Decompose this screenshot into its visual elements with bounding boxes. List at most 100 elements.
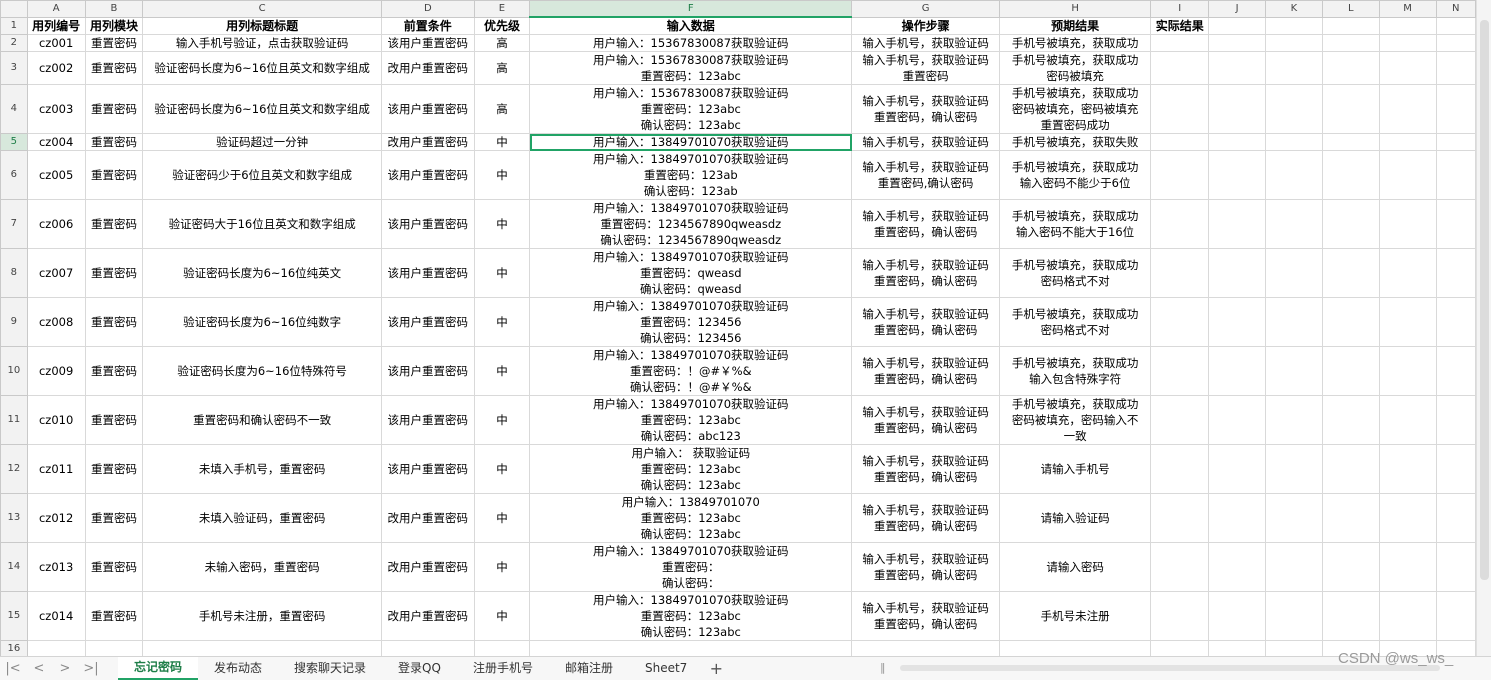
cell-pre[interactable]: 该用户重置密码 bbox=[380, 34, 475, 52]
empty-cell[interactable] bbox=[1208, 591, 1266, 641]
empty-cell[interactable] bbox=[1435, 133, 1476, 151]
cell-input[interactable]: 用户输入：15367830087获取验证码 重置密码：123abc 确认密码：123… bbox=[529, 84, 853, 134]
cell-priority[interactable]: 中 bbox=[473, 133, 531, 151]
empty-cell[interactable] bbox=[851, 640, 1000, 656]
header-cell[interactable] bbox=[1435, 16, 1476, 35]
cell-pre[interactable]: 该用户重置密码 bbox=[380, 346, 475, 396]
cell-title[interactable]: 验证密码长度为6~16位且英文和数字组成 bbox=[142, 84, 382, 134]
cell-priority[interactable]: 高 bbox=[473, 84, 531, 134]
empty-cell[interactable] bbox=[1378, 346, 1437, 396]
empty-cell[interactable] bbox=[1208, 34, 1266, 52]
cell-module[interactable]: 重置密码 bbox=[84, 493, 144, 543]
cell-id[interactable]: cz005 bbox=[26, 150, 86, 200]
empty-cell[interactable] bbox=[1264, 199, 1323, 249]
empty-cell[interactable] bbox=[1150, 493, 1210, 543]
cell-steps[interactable]: 输入手机号，获取验证码 bbox=[851, 34, 1000, 52]
column-header-b[interactable]: B bbox=[84, 0, 144, 18]
empty-cell[interactable] bbox=[1321, 591, 1380, 641]
cell-input[interactable]: 用户输入：13849701070获取验证码 重置密码：qweasd 确认密码：qwe… bbox=[529, 248, 853, 298]
cell-module[interactable]: 重置密码 bbox=[84, 395, 144, 445]
cell-input[interactable]: 用户输入：13849701070获取验证码 重置密码：1234567890qwea… bbox=[529, 199, 853, 249]
cell-module[interactable]: 重置密码 bbox=[84, 34, 144, 52]
header-cell[interactable]: 操作步骤 bbox=[851, 16, 1000, 35]
empty-cell[interactable] bbox=[84, 640, 144, 656]
empty-cell[interactable] bbox=[1264, 248, 1323, 298]
select-all-corner[interactable] bbox=[0, 0, 28, 18]
cell-module[interactable]: 重置密码 bbox=[84, 297, 144, 347]
empty-cell[interactable] bbox=[1378, 542, 1437, 592]
cell-input[interactable]: 用户输入： 获取验证码 重置密码：123abc 确认密码：123abc bbox=[529, 444, 853, 494]
empty-cell[interactable] bbox=[1435, 346, 1476, 396]
cell-pre[interactable]: 该用户重置密码 bbox=[380, 199, 475, 249]
empty-cell[interactable] bbox=[1435, 493, 1476, 543]
cell-steps[interactable]: 输入手机号，获取验证码 重置密码，确认密码 bbox=[851, 395, 1000, 445]
cell-id[interactable]: cz002 bbox=[26, 51, 86, 85]
empty-cell[interactable] bbox=[380, 640, 475, 656]
empty-cell[interactable] bbox=[1435, 542, 1476, 592]
empty-cell[interactable] bbox=[1321, 542, 1380, 592]
cell-title[interactable]: 未填入手机号，重置密码 bbox=[142, 444, 382, 494]
cell-pre[interactable]: 该用户重置密码 bbox=[380, 395, 475, 445]
cell-priority[interactable]: 中 bbox=[473, 199, 531, 249]
empty-cell[interactable] bbox=[1150, 591, 1210, 641]
cell-input[interactable]: 用户输入：13849701070获取验证码 重置密码：123abc 确认密码：123… bbox=[529, 591, 853, 641]
empty-cell[interactable] bbox=[1208, 493, 1266, 543]
cell-pre[interactable]: 改用户重置密码 bbox=[380, 51, 475, 85]
empty-cell[interactable] bbox=[1378, 133, 1437, 151]
empty-cell[interactable] bbox=[1378, 493, 1437, 543]
cell-priority[interactable]: 中 bbox=[473, 346, 531, 396]
cell-module[interactable]: 重置密码 bbox=[84, 133, 144, 151]
empty-cell[interactable] bbox=[1150, 133, 1210, 151]
row-number[interactable]: 2 bbox=[0, 34, 28, 52]
cell-title[interactable]: 验证密码长度为6~16位纯数字 bbox=[142, 297, 382, 347]
cell-pre[interactable]: 改用户重置密码 bbox=[380, 542, 475, 592]
empty-cell[interactable] bbox=[1435, 297, 1476, 347]
empty-cell[interactable] bbox=[1208, 84, 1266, 134]
cell-expected[interactable]: 手机号被填充，获取成功 输入密码不能大于16位 bbox=[998, 199, 1152, 249]
empty-cell[interactable] bbox=[1150, 34, 1210, 52]
cell-input[interactable]: 用户输入：13849701070获取验证码 bbox=[529, 133, 853, 151]
column-header-m[interactable]: M bbox=[1378, 0, 1437, 18]
empty-cell[interactable] bbox=[1435, 84, 1476, 134]
cell-expected[interactable]: 请输入验证码 bbox=[998, 493, 1152, 543]
header-cell[interactable] bbox=[1264, 16, 1323, 35]
cell-input[interactable]: 用户输入：13849701070获取验证码 重置密码：123abc 确认密码：abc… bbox=[529, 395, 853, 445]
header-cell[interactable]: 输入数据 bbox=[529, 16, 853, 35]
cell-steps[interactable]: 输入手机号，获取验证码 重置密码 bbox=[851, 51, 1000, 85]
cell-title[interactable]: 未输入密码，重置密码 bbox=[142, 542, 382, 592]
cell-title[interactable]: 验证密码长度为6~16位且英文和数字组成 bbox=[142, 51, 382, 85]
empty-cell[interactable] bbox=[1321, 34, 1380, 52]
row-number[interactable]: 11 bbox=[0, 395, 28, 445]
cell-priority[interactable]: 中 bbox=[473, 297, 531, 347]
sheet-tab[interactable]: 忘记密码 bbox=[118, 657, 199, 680]
cell-module[interactable]: 重置密码 bbox=[84, 444, 144, 494]
column-header-g[interactable]: G bbox=[851, 0, 1000, 18]
cell-steps[interactable]: 输入手机号，获取验证码 bbox=[851, 133, 1000, 151]
empty-cell[interactable] bbox=[1208, 51, 1266, 85]
cell-title[interactable]: 重置密码和确认密码不一致 bbox=[142, 395, 382, 445]
empty-cell[interactable] bbox=[1321, 346, 1380, 396]
empty-cell[interactable] bbox=[1208, 297, 1266, 347]
empty-cell[interactable] bbox=[1378, 297, 1437, 347]
cell-steps[interactable]: 输入手机号，获取验证码 重置密码，确认密码 bbox=[851, 84, 1000, 134]
column-header-a[interactable]: A bbox=[26, 0, 86, 18]
empty-cell[interactable] bbox=[1378, 591, 1437, 641]
cell-pre[interactable]: 该用户重置密码 bbox=[380, 297, 475, 347]
cell-input[interactable]: 用户输入：13849701070获取验证码 重置密码： 确认密码： bbox=[529, 542, 853, 592]
column-header-c[interactable]: C bbox=[142, 0, 382, 18]
empty-cell[interactable] bbox=[1264, 591, 1323, 641]
empty-cell[interactable] bbox=[1435, 199, 1476, 249]
cell-expected[interactable]: 手机号被填充，获取成功 输入包含特殊字符 bbox=[998, 346, 1152, 396]
header-cell[interactable]: 用列模块 bbox=[84, 16, 144, 35]
empty-cell[interactable] bbox=[1264, 542, 1323, 592]
column-header-l[interactable]: L bbox=[1321, 0, 1380, 18]
cell-id[interactable]: cz006 bbox=[26, 199, 86, 249]
cell-module[interactable]: 重置密码 bbox=[84, 150, 144, 200]
empty-cell[interactable] bbox=[1378, 51, 1437, 85]
cell-expected[interactable]: 请输入密码 bbox=[998, 542, 1152, 592]
next-sheet-icon[interactable]: > bbox=[52, 661, 78, 676]
cell-expected[interactable]: 手机号被填充，获取成功 密码被填充，密码输入不 一致 bbox=[998, 395, 1152, 445]
column-header-e[interactable]: E bbox=[473, 0, 531, 18]
first-sheet-icon[interactable]: |< bbox=[0, 661, 26, 676]
split-handle-icon[interactable]: ‖ bbox=[880, 661, 886, 674]
